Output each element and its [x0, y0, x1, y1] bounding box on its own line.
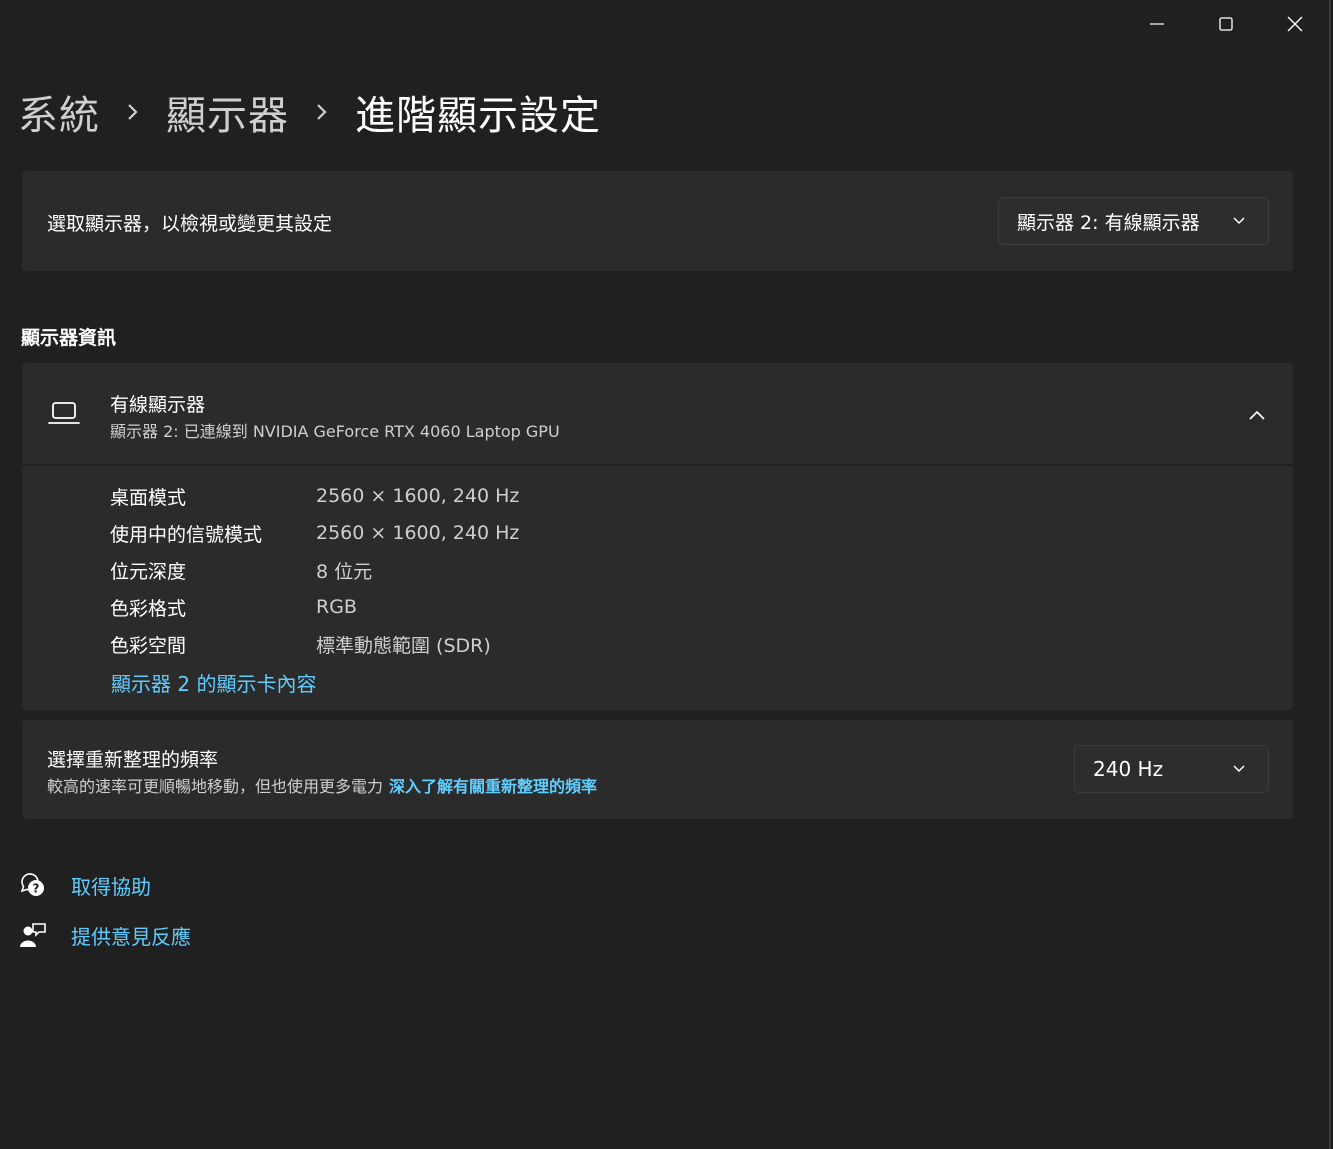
close-icon — [1287, 16, 1302, 32]
get-help-link[interactable]: 取得協助 — [71, 871, 151, 900]
get-help-row[interactable]: ? 取得協助 — [18, 870, 151, 900]
spec-label: 桌面模式 — [110, 486, 187, 509]
feedback-row[interactable]: 提供意見反應 — [18, 920, 191, 950]
adapter-properties-link[interactable]: 顯示器 2 的顯示卡內容 — [111, 668, 316, 697]
refresh-rate-dropdown[interactable]: 240 Hz — [1074, 745, 1269, 793]
monitor-dropdown[interactable]: 顯示器 2: 有線顯示器 — [998, 197, 1269, 245]
spec-row: 色彩格式 RGB — [110, 592, 357, 622]
spec-row: 桌面模式 2560 × 1600, 240 Hz — [110, 481, 519, 511]
maximize-button[interactable] — [1191, 0, 1260, 48]
refresh-rate-description: 較高的速率可更順暢地移動，但也使用更多電力 — [47, 777, 384, 796]
display-info-header[interactable]: 有線顯示器 顯示器 2: 已連線到 NVIDIA GeForce RTX 406… — [22, 363, 1293, 464]
display-info-details: 桌面模式 2560 × 1600, 240 Hz 使用中的信號模式 2560 ×… — [22, 466, 1293, 710]
spec-row: 位元深度 8 位元 — [110, 555, 372, 585]
svg-text:?: ? — [33, 882, 40, 896]
maximize-icon — [1218, 17, 1233, 31]
help-chat-icon: ? — [18, 870, 48, 900]
spec-value: 8 位元 — [316, 560, 373, 583]
section-title-display-info: 顯示器資訊 — [21, 327, 117, 349]
chevron-right-icon — [126, 102, 140, 122]
collapse-button[interactable] — [1245, 403, 1269, 427]
monitor-select-label: 選取顯示器，以檢視或變更其設定 — [47, 213, 333, 235]
monitor-select-card: 選取顯示器，以檢視或變更其設定 顯示器 2: 有線顯示器 — [22, 171, 1293, 271]
laptop-icon — [48, 402, 80, 424]
chevron-down-icon — [1233, 765, 1245, 773]
breadcrumb: 系統 顯示器 進階顯示設定 — [18, 84, 601, 140]
refresh-rate-card: 選擇重新整理的頻率 較高的速率可更順暢地移動，但也使用更多電力 深入了解有關重新整… — [22, 720, 1293, 819]
refresh-rate-learn-more-link[interactable]: 深入了解有關重新整理的頻率 — [389, 777, 597, 796]
spec-label: 色彩格式 — [110, 597, 187, 620]
chevron-down-icon — [1233, 217, 1245, 225]
breadcrumb-system[interactable]: 系統 — [18, 83, 100, 141]
chevron-right-icon — [315, 102, 329, 122]
spec-label: 使用中的信號模式 — [110, 523, 263, 546]
spec-label: 色彩空間 — [110, 634, 187, 657]
refresh-rate-description-row: 較高的速率可更順暢地移動，但也使用更多電力 深入了解有關重新整理的頻率 — [47, 773, 597, 797]
display-name: 有線顯示器 — [110, 394, 206, 416]
settings-window: 系統 顯示器 進階顯示設定 選取顯示器，以檢視或變更其設定 顯示器 2: 有線顯… — [0, 0, 1331, 1149]
window-controls — [1122, 0, 1329, 48]
spec-value: 標準動態範圍 (SDR) — [316, 634, 491, 657]
minimize-button[interactable] — [1122, 0, 1191, 48]
monitor-dropdown-value: 顯示器 2: 有線顯示器 — [1017, 211, 1200, 234]
page-title: 進階顯示設定 — [355, 93, 601, 139]
feedback-icon — [18, 920, 48, 950]
feedback-link[interactable]: 提供意見反應 — [71, 921, 191, 950]
refresh-rate-dropdown-value: 240 Hz — [1093, 757, 1164, 781]
spec-value: RGB — [316, 596, 357, 618]
display-connection: 顯示器 2: 已連線到 NVIDIA GeForce RTX 4060 Lapt… — [110, 422, 560, 441]
close-button[interactable] — [1260, 0, 1329, 48]
breadcrumb-display[interactable]: 顯示器 — [166, 83, 289, 141]
chevron-up-icon — [1249, 410, 1265, 420]
minimize-icon — [1149, 23, 1164, 25]
spec-label: 位元深度 — [110, 560, 187, 583]
spec-row: 色彩空間 標準動態範圍 (SDR) — [110, 629, 491, 659]
spec-row: 使用中的信號模式 2560 × 1600, 240 Hz — [110, 518, 519, 548]
spec-value: 2560 × 1600, 240 Hz — [316, 485, 520, 507]
spec-value: 2560 × 1600, 240 Hz — [316, 522, 520, 544]
refresh-rate-title: 選擇重新整理的頻率 — [47, 749, 219, 771]
